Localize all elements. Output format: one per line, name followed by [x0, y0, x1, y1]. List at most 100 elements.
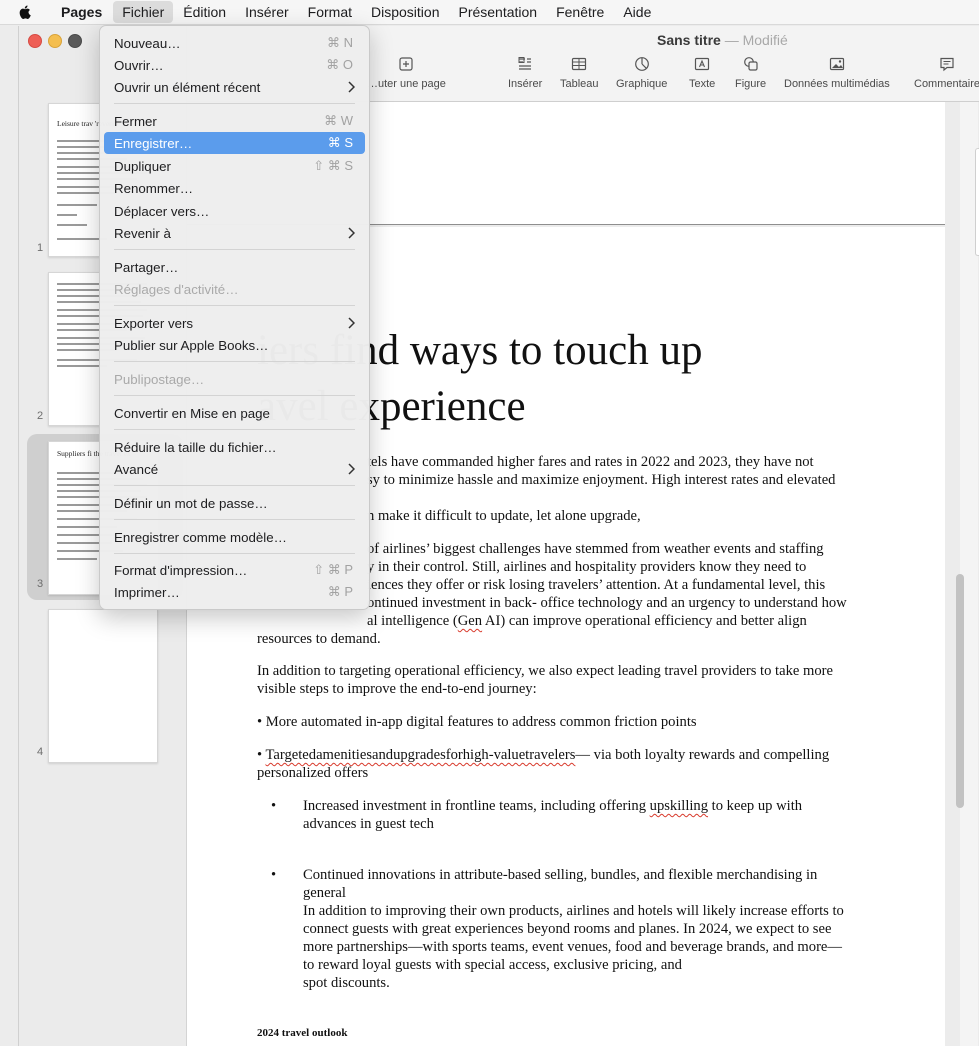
menu-separator [114, 395, 355, 396]
table-button[interactable]: Tableau [560, 56, 599, 90]
thumbnail-text-line [57, 214, 77, 216]
menu-fichier[interactable]: Fichier [113, 1, 174, 23]
text-span: al intelligence ( [367, 613, 458, 629]
menu-item-dupliquer[interactable]: Dupliquer ⇧ ⌘ S [104, 155, 365, 177]
menu-item-renommer[interactable]: Renommer… [104, 177, 365, 199]
menu-item-imprimer[interactable]: Imprimer… ⌘ P [104, 581, 365, 603]
menu-item-revenir[interactable]: Revenir à [104, 222, 365, 244]
text-line: resources to demand. [257, 631, 381, 647]
menu-format[interactable]: Format [299, 1, 361, 23]
menu-edition[interactable]: Édition [174, 1, 235, 23]
menu-item-shortcut: ⇧ ⌘ P [313, 562, 353, 577]
menu-item-partager[interactable]: Partager… [104, 256, 365, 278]
text-line: n make it difficult to update, let alone… [367, 508, 641, 524]
page-number-label: 2 [37, 410, 44, 422]
menu-disposition[interactable]: Disposition [362, 1, 448, 23]
text-line: visible steps to improve the end-to-end … [257, 681, 537, 697]
menu-item-format-impression[interactable]: Format d'impression… ⇧ ⌘ P [104, 559, 365, 581]
misspelled-word[interactable]: Gen [458, 613, 482, 629]
menu-item-nouveau[interactable]: Nouveau… ⌘ N [104, 32, 365, 54]
toolbar-label: Figure [735, 78, 767, 90]
menu-item-reduire-taille[interactable]: Réduire la taille du fichier… [104, 436, 365, 458]
page-number-label: 3 [37, 578, 44, 590]
menu-item-reglages-activite: Réglages d'activité… [104, 278, 365, 300]
bullet-1[interactable]: • More automated in-app digital features… [257, 713, 897, 731]
chart-icon [634, 57, 649, 71]
menu-aide[interactable]: Aide [614, 1, 660, 23]
menu-item-publier-apple-books[interactable]: Publier sur Apple Books… [104, 334, 365, 356]
text-icon [695, 57, 710, 71]
text-button[interactable]: Texte [689, 56, 715, 90]
misspelled-word[interactable]: Targetedamenitiesandupgradesforhigh-valu… [266, 747, 576, 763]
thumbnail-text-line [57, 224, 87, 226]
menu-app-pages[interactable]: Pages [52, 1, 111, 23]
insert-icon [518, 57, 532, 70]
menu-item-label: Partager… [114, 259, 179, 275]
page-thumbnail-4[interactable] [48, 609, 158, 763]
menu-item-label: Déplacer vers… [114, 203, 210, 219]
comment-button[interactable]: Commentaire [914, 56, 979, 90]
add-page-icon [399, 57, 414, 71]
menu-separator [114, 249, 355, 250]
minimize-window-button[interactable] [48, 34, 62, 48]
menu-item-ouvrir[interactable]: Ouvrir… ⌘ O [104, 54, 365, 76]
document-title[interactable]: Sans titre — Modifié [657, 32, 788, 48]
bullet-2[interactable]: • Targetedamenitiesandupgradesforhigh-va… [257, 746, 897, 782]
menu-item-deplacer[interactable]: Déplacer vers… [104, 200, 365, 222]
menu-separator [114, 429, 355, 430]
misspelled-word[interactable]: upskilling [650, 798, 708, 814]
text-line: general [303, 885, 346, 901]
page-number-label: 4 [37, 746, 44, 758]
menu-presentation[interactable]: Présentation [449, 1, 546, 23]
menu-item-enregistrer[interactable]: Enregistrer… ⌘ S [104, 132, 365, 154]
menu-item-enregistrer-modele[interactable]: Enregistrer comme modèle… [104, 526, 365, 548]
list-item-1[interactable]: Increased investment in frontline teams,… [303, 797, 903, 833]
text-line: • Targetedamenitiesandupgradesforhigh-va… [257, 746, 897, 764]
toolbar-label: Texte [689, 78, 716, 90]
menu-separator [114, 553, 355, 554]
toolbar-label: Commentaire [914, 78, 979, 90]
fullscreen-window-button[interactable] [68, 34, 82, 48]
insert-button[interactable]: Insérer [508, 56, 542, 90]
text-line: al intelligence (Gen AI) can improve ope… [257, 612, 897, 630]
menu-item-label: Revenir à [114, 225, 171, 241]
page-footer: 2024 travel outlook [257, 1027, 348, 1039]
toolbar-label: Graphique [616, 78, 668, 90]
menu-item-shortcut: ⌘ O [326, 57, 353, 72]
apple-logo-icon[interactable] [18, 4, 34, 21]
list-item-2[interactable]: Continued innovations in attribute-based… [303, 866, 903, 992]
scrollbar-thumb[interactable] [956, 574, 964, 808]
text-line: personalized offers [257, 765, 369, 781]
add-page-button[interactable]: …uter une page [367, 56, 446, 90]
menu-separator [114, 361, 355, 362]
menu-item-label: Avancé [114, 461, 159, 477]
shape-button[interactable]: Figure [735, 56, 766, 90]
menu-inserer[interactable]: Insérer [236, 1, 298, 23]
chevron-right-icon [348, 227, 355, 239]
file-menu-dropdown: Nouveau… ⌘ N Ouvrir… ⌘ O Ouvrir un élément… [99, 25, 370, 610]
menu-item-shortcut: ⌘ N [327, 35, 353, 50]
menu-item-label: Imprimer… [114, 584, 180, 600]
menu-item-convertir[interactable]: Convertir en Mise en page [104, 402, 365, 424]
menu-item-label: Réduire la taille du fichier… [114, 439, 277, 455]
menu-bar: Pages Fichier Édition Insérer Format Dis… [0, 0, 979, 25]
shape-icon [743, 57, 758, 71]
text-line: Increased investment in frontline teams,… [303, 797, 903, 815]
text-line: connect guests with great experiences be… [303, 921, 832, 937]
menu-fenetre[interactable]: Fenêtre [547, 1, 613, 23]
media-button[interactable]: Données multimédias [784, 56, 890, 90]
menu-item-fermer[interactable]: Fermer ⌘ W [104, 110, 365, 132]
inspector-edge-tab[interactable] [975, 148, 979, 256]
title-separator: — [724, 32, 739, 48]
paragraph-4[interactable]: In addition to targeting operational eff… [257, 662, 897, 698]
paragraph-2[interactable]: n make it difficult to update, let alone… [367, 507, 887, 525]
toolbar-label: Tableau [560, 78, 599, 90]
media-icon [829, 57, 844, 71]
menu-item-exporter[interactable]: Exporter vers [104, 312, 365, 334]
thumbnail-text-line [57, 558, 97, 560]
menu-item-mot-de-passe[interactable]: Définir un mot de passe… [104, 492, 365, 514]
menu-item-avance[interactable]: Avancé [104, 458, 365, 480]
chart-button[interactable]: Graphique [616, 56, 667, 90]
close-window-button[interactable] [28, 34, 42, 48]
menu-item-ouvrir-recent[interactable]: Ouvrir un élément récent [104, 76, 365, 98]
